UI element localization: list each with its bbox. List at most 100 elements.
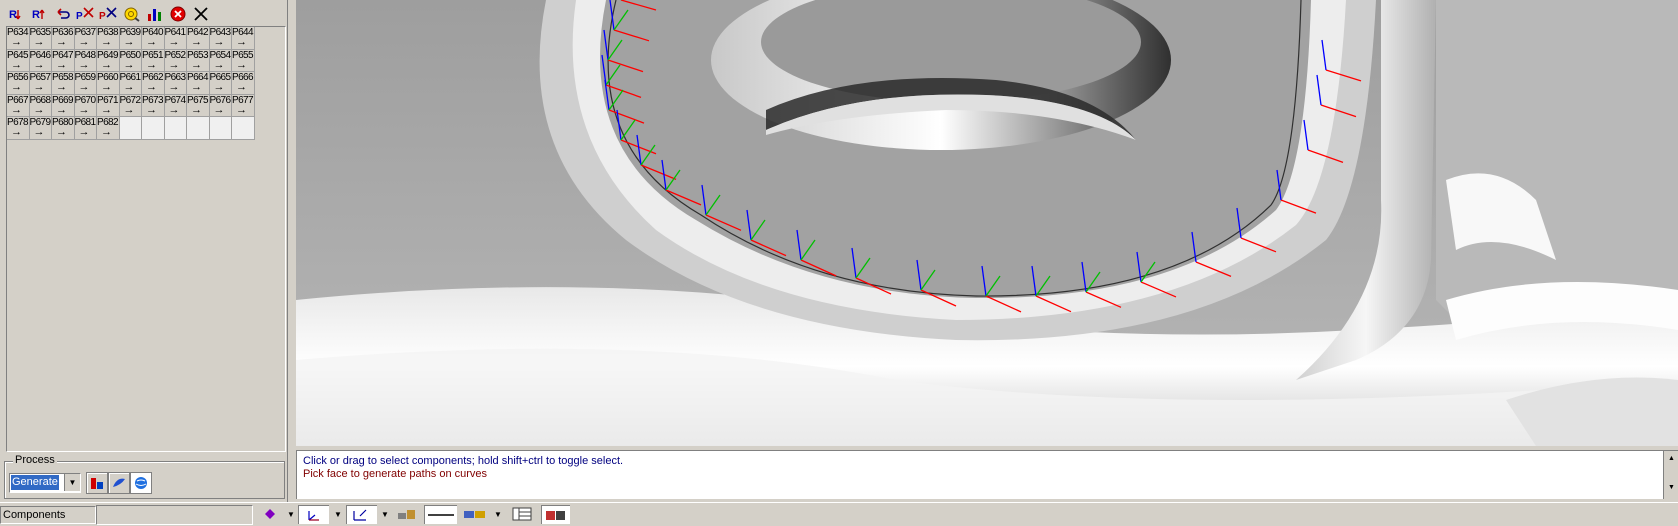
point-cell[interactable]: P651 → [142,49,165,72]
surface-button[interactable] [108,472,130,494]
point-arrow-icon: → [191,36,202,48]
simulation-button[interactable] [541,505,570,524]
point-cell[interactable]: P667 → [7,94,30,117]
point-arrow-icon: → [146,81,157,93]
point-cell[interactable]: P642 → [187,27,210,50]
point-arrow-icon: → [168,58,180,71]
point-cell[interactable]: P635 → [29,27,52,50]
point-arrow-icon: → [236,103,247,116]
coordinate-icon [353,509,367,521]
point-cell[interactable]: P645 → [7,49,30,72]
point-cell[interactable]: P648 → [74,49,97,72]
point-cell[interactable]: P658 → [52,72,75,95]
point-cell[interactable]: P677 → [232,94,255,117]
point-cell[interactable]: P655 → [232,49,255,72]
path-line-button[interactable] [424,505,457,524]
point-arrow-icon: → [101,81,112,93]
point-cell[interactable]: P679 → [29,117,52,140]
point-cell[interactable]: P662 → [142,72,165,95]
chevron-down-icon[interactable]: ▼ [287,510,295,519]
point-cell[interactable]: P676 → [209,94,232,117]
empty-cell [232,117,255,140]
point-cell[interactable]: P652 → [164,49,187,72]
point-arrow-icon: → [213,103,225,116]
point-cell[interactable]: P675 → [187,94,210,117]
part-model[interactable] [296,0,1678,446]
point-cell[interactable]: P638 → [97,27,120,50]
point-arrow-icon: → [56,36,67,48]
delete-selected-icon[interactable]: P [75,3,96,24]
point-cell[interactable]: P660 → [97,72,120,95]
close-icon[interactable] [190,3,211,24]
rename-icon[interactable]: R [6,3,27,24]
point-cell[interactable]: P647 → [52,49,75,72]
point-cell[interactable]: P669 → [52,94,75,117]
coordinate-button[interactable] [346,505,377,524]
point-cell[interactable]: P649 → [97,49,120,72]
delete-all-icon[interactable]: P [98,3,119,24]
find-icon[interactable] [121,3,142,24]
point-cell[interactable]: P663 → [164,72,187,95]
select-mode-button[interactable] [262,505,278,523]
point-arrow-icon: → [33,126,45,138]
generate-paths-button[interactable] [86,472,108,494]
point-cell[interactable]: P672 → [119,94,142,117]
3d-viewport[interactable] [296,0,1678,446]
point-cell[interactable]: P680 → [52,117,75,140]
rename-sorted-icon[interactable]: R [29,3,50,24]
robot-button[interactable] [462,505,488,523]
point-cell[interactable]: P636 → [52,27,75,50]
chevron-down-icon[interactable]: ▼ [334,510,342,519]
point-cell[interactable]: P674 → [164,94,187,117]
point-cell[interactable]: P670 → [74,94,97,117]
point-cell[interactable]: P659 → [74,72,97,95]
point-arrow-icon: → [78,36,90,48]
point-arrow-icon: → [101,58,112,71]
point-cell[interactable]: P653 → [187,49,210,72]
undo-icon[interactable] [52,3,73,24]
point-cell[interactable]: P668 → [29,94,52,117]
stop-icon[interactable] [167,3,188,24]
point-cell[interactable]: P641 → [164,27,187,50]
point-cell[interactable]: P682 → [97,117,120,140]
path-line-icon [428,514,454,516]
point-cell[interactable]: P664 → [187,72,210,95]
chevron-down-icon[interactable]: ▼ [381,510,389,519]
chevron-down-icon[interactable]: ▼ [64,474,80,491]
point-cell[interactable]: P657 → [29,72,52,95]
point-cell[interactable]: P681 → [74,117,97,140]
message-scrollbar[interactable]: ▲ ▼ [1663,451,1678,499]
point-cell[interactable]: P665 → [209,72,232,95]
point-cell[interactable]: P654 → [209,49,232,72]
point-cell[interactable]: P634 → [7,27,30,50]
chart-icon[interactable] [144,3,165,24]
point-cell[interactable]: P640 → [142,27,165,50]
point-cell[interactable]: P644 → [232,27,255,50]
point-arrow-icon: → [146,36,157,48]
point-arrow-icon: → [123,36,135,48]
point-cell[interactable]: P656 → [7,72,30,95]
axis-view-button[interactable] [298,505,329,524]
point-cell[interactable]: P671 → [97,94,120,117]
scroll-down-icon[interactable]: ▼ [1664,484,1678,491]
scroll-up-icon[interactable]: ▲ [1664,455,1678,462]
robot-icon [464,511,485,518]
point-cell[interactable]: P643 → [209,27,232,50]
point-cell[interactable]: P678 → [7,117,30,140]
panel-layout-button[interactable] [510,505,534,523]
globe-button[interactable] [130,472,152,494]
point-cell[interactable]: P639 → [119,27,142,50]
point-arrow-icon: → [123,81,135,93]
point-cell[interactable]: P650 → [119,49,142,72]
point-grid: P634 → P635 → P636 → P637 → P638 → P639 → P640 → P641 →… [7,27,255,140]
point-cell[interactable]: P673 → [142,94,165,117]
process-select[interactable]: Generate ▼ [9,473,81,493]
point-cell[interactable]: P666 → [232,72,255,95]
workpiece-button[interactable] [394,505,420,523]
point-arrow-icon: → [123,58,135,71]
chevron-down-icon[interactable]: ▼ [494,510,502,519]
point-arrow-icon: → [146,103,157,116]
point-cell[interactable]: P661 → [119,72,142,95]
point-cell[interactable]: P637 → [74,27,97,50]
point-cell[interactable]: P646 → [29,49,52,72]
